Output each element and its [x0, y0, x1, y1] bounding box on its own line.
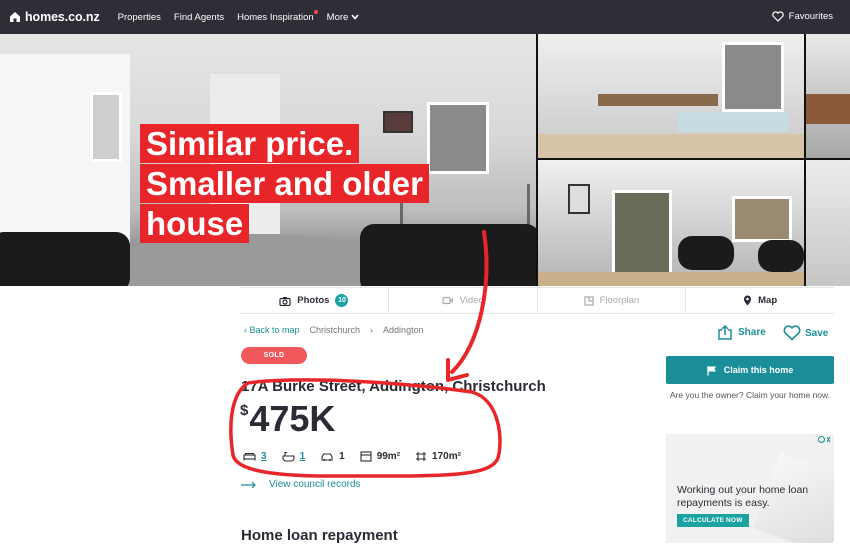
car-icon [321, 452, 333, 461]
breadcrumb-suburb[interactable]: Addington [383, 325, 424, 335]
top-nav: homes.co.nz Properties Find Agents Homes… [0, 0, 850, 34]
favourites-link[interactable]: Favourites [771, 11, 833, 22]
tab-photos[interactable]: Photos 10 [240, 288, 389, 313]
feature-parking: 1 [320, 451, 345, 462]
video-icon [441, 296, 453, 305]
map-pin-icon [744, 295, 752, 306]
calculate-now-button[interactable]: CALCULATE NOW [677, 514, 749, 527]
photo-gallery: Similar price. Smaller and older house [0, 34, 850, 286]
camera-icon [279, 296, 291, 306]
floorplan-icon [583, 295, 594, 306]
land-area-value: 170m² [432, 451, 461, 462]
annotation-line-3: house [140, 204, 250, 243]
feature-bedrooms: 3 [243, 451, 267, 462]
favourites-label: Favourites [788, 11, 833, 22]
nav-more[interactable]: More [327, 12, 360, 23]
status-badge: SOLD [241, 347, 307, 364]
tab-video-label: Video [459, 295, 484, 306]
price-value: 475K [249, 398, 336, 439]
nav-more-label: More [326, 11, 349, 23]
land-area-icon [416, 452, 427, 461]
parking-value: 1 [339, 451, 345, 462]
property-address: 17A Burke Street, Addington, Christchurc… [241, 378, 546, 395]
claim-home-button[interactable]: Claim this home [666, 356, 834, 384]
council-records-link[interactable]: View council records [241, 479, 361, 490]
tab-floorplan-label: Floorplan [599, 295, 640, 306]
breadcrumb-separator: › [370, 325, 374, 335]
site-logo[interactable]: homes.co.nz [9, 10, 100, 24]
feature-bathrooms: 1 [282, 451, 306, 462]
ad-choices-icon[interactable] [818, 435, 832, 444]
flag-icon [707, 365, 716, 375]
council-records-label: View council records [269, 479, 361, 490]
heart-icon [771, 11, 784, 22]
price-currency: $ [240, 402, 249, 419]
logo-text: homes.co.nz [25, 10, 100, 24]
annotation-line-2: Smaller and older [140, 164, 429, 203]
share-button[interactable]: Share [717, 325, 766, 340]
arrow-right-icon [241, 481, 256, 488]
breadcrumb: ‹ Back to map Christchurch › Addington [244, 325, 424, 335]
advertisement[interactable]: Working out your home loan repayments is… [666, 434, 834, 543]
save-label: Save [805, 327, 829, 339]
gallery-thumb-2[interactable] [806, 34, 850, 158]
nav-links: Properties Find Agents Homes Inspiration… [118, 9, 360, 23]
chevron-down-icon [351, 14, 359, 20]
home-icon [10, 12, 20, 22]
nav-properties[interactable]: Properties [118, 12, 161, 23]
tab-floorplan[interactable]: Floorplan [538, 288, 687, 313]
media-tabs: Photos 10 Video Floorplan Map [240, 287, 834, 314]
back-to-map-link[interactable]: ‹ Back to map [244, 325, 300, 335]
notification-dot [313, 9, 318, 14]
back-to-map-label: Back to map [249, 325, 300, 335]
property-features: 3 1 1 99m² 170m² [243, 451, 461, 462]
gallery-thumb-kitchen[interactable] [538, 34, 804, 158]
owner-claim-text: Are you the owner? Claim your home now. [669, 390, 831, 400]
gallery-thumb-living[interactable] [538, 160, 804, 286]
tab-video[interactable]: Video [389, 288, 538, 313]
photos-count-badge: 10 [335, 294, 349, 307]
annotation-line-1: Similar price. [140, 124, 360, 163]
gallery-thumb-4[interactable] [806, 160, 850, 286]
bath-icon [282, 451, 295, 462]
bathrooms-value[interactable]: 1 [300, 451, 306, 462]
bedrooms-value[interactable]: 3 [261, 451, 267, 462]
home-loan-heading: Home loan repayment [241, 527, 398, 544]
share-icon [718, 325, 732, 340]
save-button[interactable]: Save [783, 325, 828, 341]
heart-outline-icon [783, 325, 801, 341]
floor-area-value: 99m² [376, 451, 401, 462]
annotation-arrowhead [446, 358, 469, 382]
share-label: Share [738, 327, 766, 338]
nav-homes-inspiration[interactable]: Homes Inspiration [237, 9, 318, 23]
claim-home-label: Claim this home [723, 365, 794, 375]
ad-text: Working out your home loan repayments is… [677, 484, 809, 509]
property-price: $ 475K [240, 398, 335, 440]
breadcrumb-city[interactable]: Christchurch [310, 325, 361, 335]
tab-map-label: Map [758, 295, 778, 306]
annotation-text: Similar price. Smaller and older house [140, 124, 429, 244]
tab-photos-label: Photos [297, 295, 330, 306]
nav-homes-inspiration-label: Homes Inspiration [237, 11, 314, 23]
nav-find-agents[interactable]: Find Agents [174, 12, 224, 23]
bed-icon [243, 452, 256, 461]
feature-land-area: 170m² [415, 451, 461, 462]
feature-floor-area: 99m² [360, 451, 400, 462]
tab-map[interactable]: Map [686, 288, 834, 313]
floor-area-icon [360, 451, 372, 462]
